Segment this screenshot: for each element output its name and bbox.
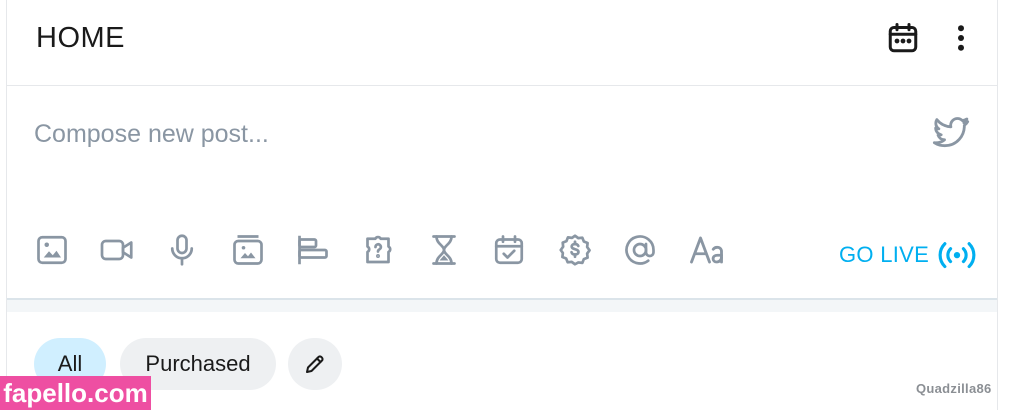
poll-icon[interactable]	[295, 232, 331, 268]
section-divider	[7, 300, 997, 312]
home-panel: HOME Compose new post... GO LIVE All Pur…	[6, 0, 998, 410]
mention-icon[interactable]	[622, 232, 658, 268]
schedule-icon[interactable]	[491, 232, 527, 268]
video-icon[interactable]	[99, 232, 135, 268]
more-vertical-icon[interactable]	[943, 20, 979, 56]
microphone-icon[interactable]	[164, 232, 200, 268]
pencil-icon	[306, 355, 324, 373]
page-title: HOME	[36, 22, 125, 54]
site-watermark: fapello.com	[0, 376, 151, 410]
page-header: HOME	[7, 0, 997, 86]
go-live-button[interactable]: GO LIVE	[839, 238, 977, 272]
image-icon[interactable]	[34, 232, 70, 268]
vault-icon[interactable]	[230, 232, 266, 268]
go-live-label: GO LIVE	[839, 242, 930, 267]
edit-filters-button[interactable]	[288, 338, 342, 390]
hourglass-icon[interactable]	[426, 232, 462, 268]
calendar-icon[interactable]	[885, 20, 921, 56]
live-broadcast-icon	[937, 238, 977, 272]
user-credit: Quadzilla86	[916, 381, 992, 396]
compose-input[interactable]	[34, 114, 894, 154]
compose-area: GO LIVE	[7, 86, 997, 300]
quiz-icon[interactable]	[360, 232, 396, 268]
text-format-icon[interactable]	[688, 232, 728, 268]
twitter-icon[interactable]	[931, 112, 971, 152]
price-tag-icon[interactable]	[557, 232, 593, 268]
